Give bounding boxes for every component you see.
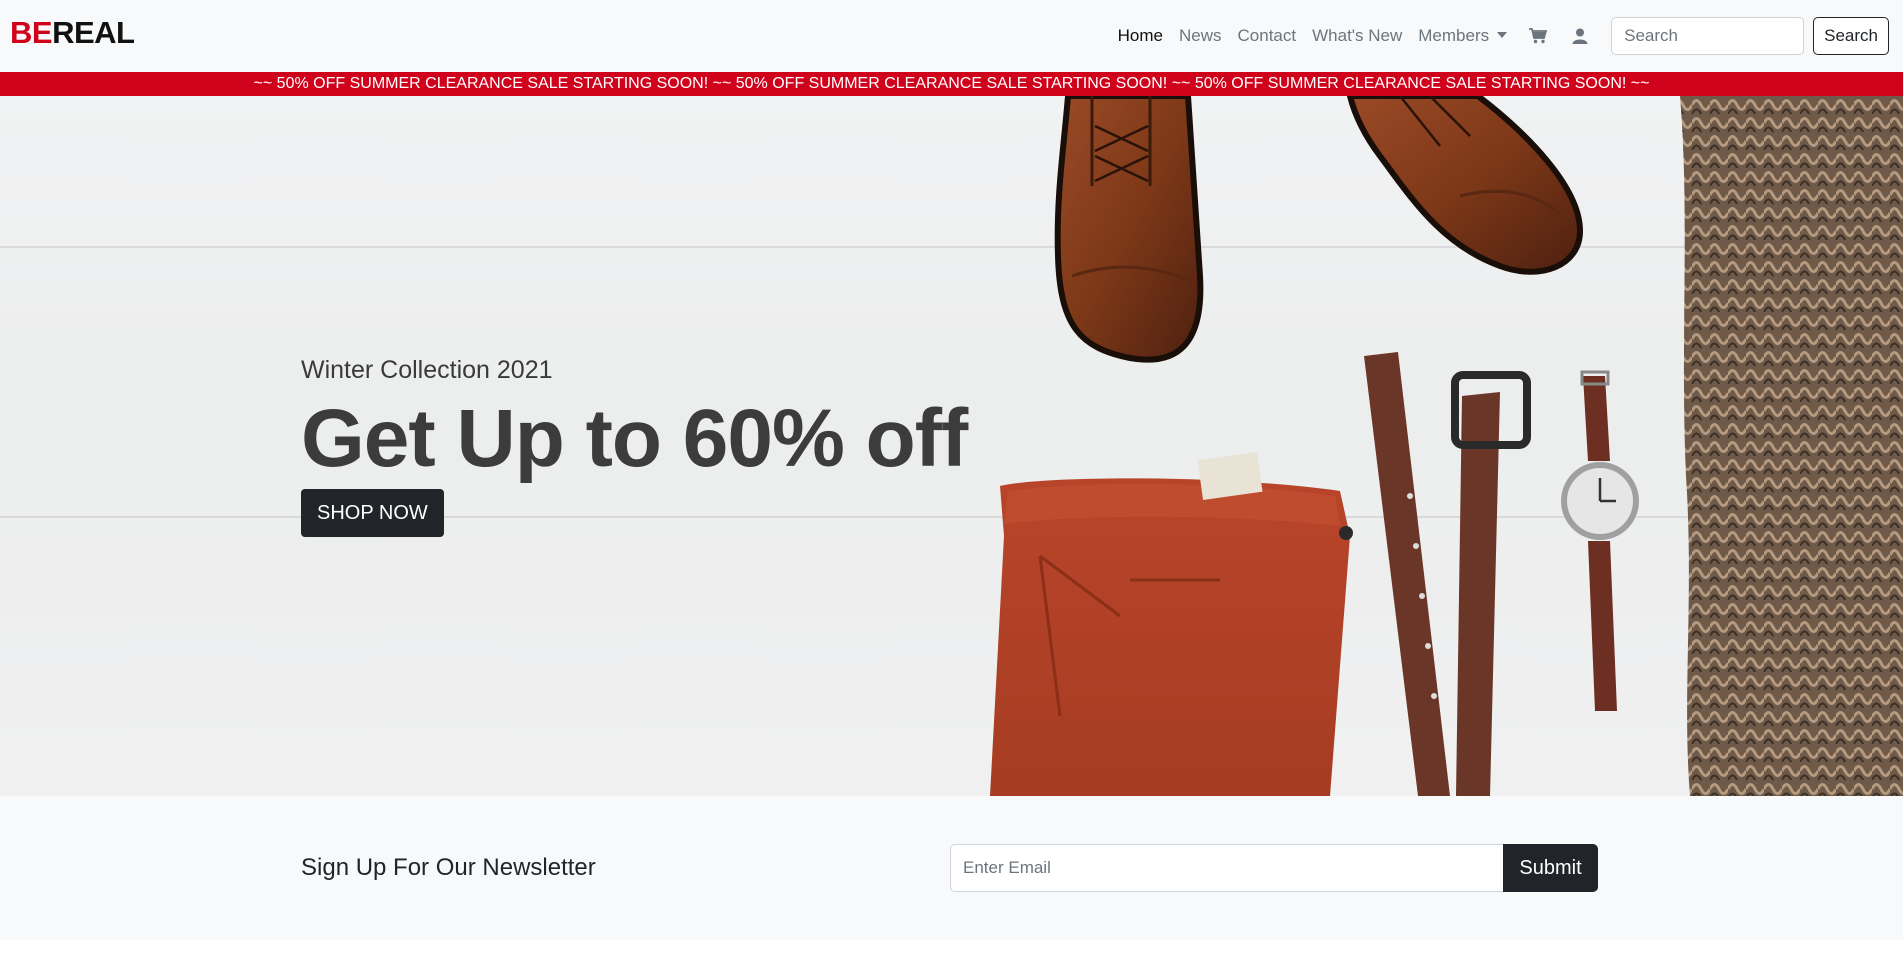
hero-title: Get Up to 60% off — [301, 393, 968, 484]
newsletter-title: Sign Up For Our Newsletter — [301, 854, 596, 881]
newsletter-section: Sign Up For Our Newsletter Submit — [0, 796, 1903, 940]
members-label: Members — [1418, 26, 1490, 45]
submit-button[interactable]: Submit — [1503, 844, 1598, 892]
hero-text: Winter Collection 2021 Get Up to 60% off… — [301, 355, 968, 537]
navbar: BEREAL Home News Contact What's New Memb… — [0, 0, 1903, 72]
shop-now-button[interactable]: SHOP NOW — [301, 489, 444, 537]
brand-part-be: BE — [10, 15, 53, 50]
hero-subtitle: Winter Collection 2021 — [301, 356, 553, 384]
nav-item-contact[interactable]: Contact — [1238, 17, 1297, 55]
nav-item-home[interactable]: Home — [1118, 17, 1163, 55]
chevron-down-icon — [1497, 32, 1508, 38]
brand-part-real: REAL — [52, 15, 135, 50]
nav-item-whats-new[interactable]: What's New — [1312, 17, 1402, 55]
brand-logo[interactable]: BEREAL — [10, 15, 135, 50]
nav-menu: Home News Contact What's New Members Sea… — [1102, 17, 1889, 55]
cart-icon[interactable] — [1527, 25, 1549, 47]
search-button[interactable]: Search — [1813, 17, 1889, 55]
hero-banner: Winter Collection 2021 Get Up to 60% off… — [0, 96, 1903, 796]
email-field[interactable] — [950, 844, 1503, 892]
nav-item-news[interactable]: News — [1179, 17, 1222, 55]
search-input[interactable] — [1611, 17, 1805, 55]
nav-item-members-dropdown[interactable]: Members — [1418, 17, 1508, 55]
user-icon[interactable] — [1569, 25, 1591, 47]
promo-banner: ~~ 50% OFF SUMMER CLEARANCE SALE STARTIN… — [0, 72, 1903, 96]
